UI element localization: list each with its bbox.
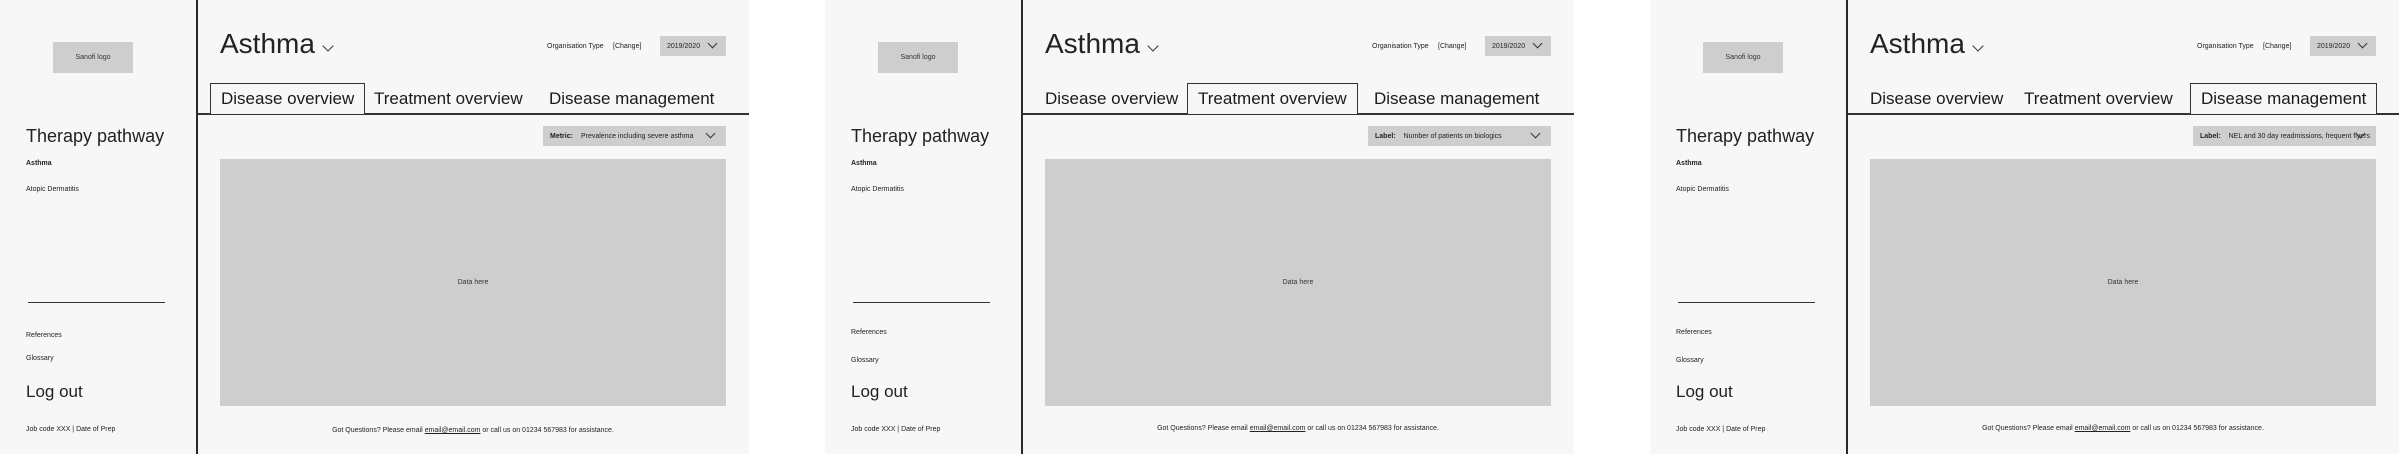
screen-disease-overview: Sanofi logo Therapy pathway Asthma Atopi… bbox=[0, 0, 749, 454]
tab-treatment-overview[interactable]: Treatment overview bbox=[2024, 89, 2173, 109]
footer-text-suffix: or call us on 01234 567983 for assistanc… bbox=[2130, 425, 2264, 432]
sidebar-border bbox=[196, 0, 198, 454]
year-select[interactable]: 2019/2020 bbox=[660, 36, 726, 56]
sidebar-item-atopic-dermatitis[interactable]: Atopic Dermatitis bbox=[1676, 186, 1729, 193]
footer-email-link[interactable]: email@email.com bbox=[2075, 425, 2131, 432]
year-select-value: 2019/2020 bbox=[2317, 43, 2351, 50]
sidebar-border bbox=[1846, 0, 1848, 454]
footer-text-prefix: Got Questions? Please email bbox=[1982, 425, 2075, 432]
sanofi-logo: Sanofi logo bbox=[878, 42, 958, 73]
footer-text-prefix: Got Questions? Please email bbox=[1157, 425, 1250, 432]
sidebar-item-asthma[interactable]: Asthma bbox=[26, 160, 52, 167]
footer-email-link[interactable]: email@email.com bbox=[425, 427, 481, 434]
sidebar-link-references[interactable]: References bbox=[1676, 329, 1712, 336]
organisation-type-label: Organisation Type bbox=[547, 43, 604, 50]
year-select[interactable]: 2019/2020 bbox=[1485, 36, 1551, 56]
logout-link[interactable]: Log out bbox=[1676, 382, 1733, 402]
page-title[interactable]: Asthma bbox=[220, 28, 315, 60]
sidebar-item-asthma[interactable]: Asthma bbox=[851, 160, 877, 167]
sidebar-divider bbox=[28, 302, 165, 303]
metric-select[interactable]: Metric: Prevalence including severe asthm… bbox=[543, 126, 726, 146]
sanofi-logo: Sanofi logo bbox=[1703, 42, 1783, 73]
tab-disease-overview[interactable]: Disease overview bbox=[1045, 89, 1178, 109]
page-title[interactable]: Asthma bbox=[1045, 28, 1140, 60]
data-placeholder: Data here bbox=[220, 159, 726, 406]
label-select-value: NEL and 30 day readmissions, frequent fl… bbox=[2228, 133, 2370, 140]
chevron-down-icon bbox=[1530, 128, 1541, 139]
sidebar-link-glossary[interactable]: Glossary bbox=[26, 355, 54, 362]
chevron-down-icon bbox=[705, 128, 716, 139]
chevron-down-icon[interactable] bbox=[1972, 40, 1984, 52]
screen-treatment-overview: Sanofi logo Therapy pathway Asthma Atopi… bbox=[825, 0, 1574, 454]
data-placeholder-text: Data here bbox=[2107, 279, 2139, 286]
sidebar-link-glossary[interactable]: Glossary bbox=[1676, 357, 1704, 364]
change-organisation-link[interactable]: [Change] bbox=[613, 43, 641, 50]
data-placeholder-text: Data here bbox=[1282, 279, 1314, 286]
data-placeholder: Data here bbox=[1870, 159, 2376, 406]
footer-contact: Got Questions? Please email email@email.… bbox=[1045, 425, 1551, 432]
sanofi-logo: Sanofi logo bbox=[53, 42, 133, 73]
logout-link[interactable]: Log out bbox=[851, 382, 908, 402]
organisation-type-label: Organisation Type bbox=[2197, 43, 2254, 50]
label-select-value: Number of patients on biologics bbox=[1403, 133, 1502, 140]
tab-disease-management[interactable]: Disease management bbox=[549, 89, 714, 109]
footer-text-suffix: or call us on 01234 567983 for assistanc… bbox=[1305, 425, 1439, 432]
chevron-down-icon[interactable] bbox=[322, 40, 334, 52]
chevron-down-icon bbox=[707, 38, 718, 49]
sidebar-border bbox=[1021, 0, 1023, 454]
change-organisation-link[interactable]: [Change] bbox=[1438, 43, 1466, 50]
tab-disease-overview[interactable]: Disease overview bbox=[210, 83, 366, 114]
tab-disease-management[interactable]: Disease management bbox=[1374, 89, 1539, 109]
footer-text-prefix: Got Questions? Please email bbox=[332, 427, 425, 434]
sidebar: Sanofi logo Therapy pathway Asthma Atopi… bbox=[825, 0, 1021, 454]
sidebar-title: Therapy pathway bbox=[1676, 126, 1815, 146]
tab-treatment-overview[interactable]: Treatment overview bbox=[374, 89, 523, 109]
sidebar-title: Therapy pathway bbox=[851, 126, 990, 146]
page-title[interactable]: Asthma bbox=[1870, 28, 1965, 60]
footer-text-suffix: or call us on 01234 567983 for assistanc… bbox=[480, 427, 614, 434]
sidebar: Sanofi logo Therapy pathway Asthma Atopi… bbox=[0, 0, 196, 454]
footer-contact: Got Questions? Please email email@email.… bbox=[220, 427, 726, 434]
metric-select-label: Metric: bbox=[550, 133, 573, 140]
organisation-type-label: Organisation Type bbox=[1372, 43, 1429, 50]
logout-link[interactable]: Log out bbox=[26, 382, 83, 402]
label-select-label: Label: bbox=[2200, 133, 2221, 140]
tab-disease-management[interactable]: Disease management bbox=[2190, 83, 2378, 114]
sidebar-link-references[interactable]: References bbox=[851, 329, 887, 336]
label-select[interactable]: Label: Number of patients on biologics bbox=[1368, 126, 1551, 146]
metric-select-value: Prevalence including severe asthma bbox=[580, 133, 694, 140]
sidebar-divider bbox=[1678, 302, 1815, 303]
sidebar-item-atopic-dermatitis[interactable]: Atopic Dermatitis bbox=[26, 186, 79, 193]
label-select-label: Label: bbox=[1375, 133, 1396, 140]
chevron-down-icon[interactable] bbox=[1147, 40, 1159, 52]
job-code: Job code XXX | Date of Prep bbox=[851, 426, 941, 433]
data-placeholder: Data here bbox=[1045, 159, 1551, 406]
data-placeholder-text: Data here bbox=[457, 279, 489, 286]
sidebar-link-glossary[interactable]: Glossary bbox=[851, 357, 879, 364]
sidebar-divider bbox=[853, 302, 990, 303]
chevron-down-icon bbox=[2357, 38, 2368, 49]
label-select[interactable]: Label: NEL and 30 day readmissions, frequ… bbox=[2193, 126, 2376, 146]
year-select-value: 2019/2020 bbox=[667, 43, 701, 50]
chevron-down-icon bbox=[1532, 38, 1543, 49]
job-code: Job code XXX | Date of Prep bbox=[26, 426, 116, 433]
sidebar-link-references[interactable]: References bbox=[26, 332, 62, 339]
tab-disease-overview[interactable]: Disease overview bbox=[1870, 89, 2003, 109]
sidebar: Sanofi logo Therapy pathway Asthma Atopi… bbox=[1650, 0, 1846, 454]
footer-email-link[interactable]: email@email.com bbox=[1250, 425, 1306, 432]
sidebar-item-asthma[interactable]: Asthma bbox=[1676, 160, 1702, 167]
job-code: Job code XXX | Date of Prep bbox=[1676, 426, 1766, 433]
tab-treatment-overview[interactable]: Treatment overview bbox=[1187, 83, 1358, 114]
change-organisation-link[interactable]: [Change] bbox=[2263, 43, 2291, 50]
sidebar-item-atopic-dermatitis[interactable]: Atopic Dermatitis bbox=[851, 186, 904, 193]
year-select[interactable]: 2019/2020 bbox=[2310, 36, 2376, 56]
footer-contact: Got Questions? Please email email@email.… bbox=[1870, 425, 2376, 432]
year-select-value: 2019/2020 bbox=[1492, 43, 1526, 50]
screen-disease-management: Sanofi logo Therapy pathway Asthma Atopi… bbox=[1650, 0, 2399, 454]
sidebar-title: Therapy pathway bbox=[26, 126, 165, 146]
